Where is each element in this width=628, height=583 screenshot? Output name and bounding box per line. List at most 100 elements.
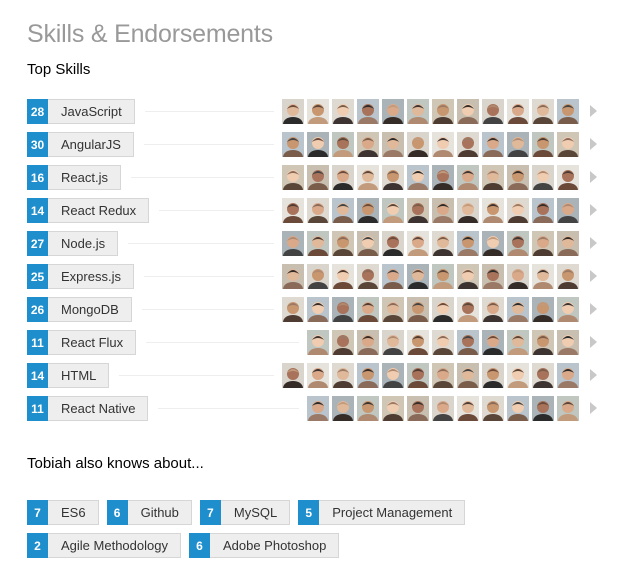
skill-name[interactable]: React Native: [48, 396, 149, 421]
endorser-avatar[interactable]: [532, 198, 554, 223]
skill-pill[interactable]: 27 Node.js: [27, 231, 119, 256]
endorser-avatar[interactable]: [407, 396, 429, 421]
endorsement-count[interactable]: 7: [199, 500, 221, 525]
skill-name[interactable]: MySQL: [220, 500, 291, 525]
endorser-avatar[interactable]: [557, 99, 579, 124]
endorser-avatar[interactable]: [307, 231, 329, 256]
skill-pill[interactable]: 30 AngularJS: [27, 132, 134, 157]
endorser-avatar[interactable]: [282, 198, 304, 223]
skill-name[interactable]: Agile Methodology: [48, 533, 181, 558]
endorser-avatar[interactable]: [307, 99, 329, 124]
endorser-avatar[interactable]: [282, 165, 304, 190]
endorser-avatar[interactable]: [482, 264, 504, 289]
skill-pill[interactable]: 25 Express.js: [27, 264, 134, 289]
skill-pill[interactable]: 7 MySQL: [199, 500, 291, 525]
endorser-avatar[interactable]: [382, 165, 404, 190]
endorser-avatar[interactable]: [307, 264, 329, 289]
endorser-avatar[interactable]: [407, 363, 429, 388]
endorsement-count[interactable]: 11: [27, 396, 48, 421]
endorser-avatar[interactable]: [407, 198, 429, 223]
endorser-avatar[interactable]: [307, 132, 329, 157]
endorser-avatar[interactable]: [307, 330, 329, 355]
endorsement-count[interactable]: 30: [27, 132, 48, 157]
endorser-avatar[interactable]: [507, 396, 529, 421]
endorser-avatar[interactable]: [357, 363, 379, 388]
endorsement-count[interactable]: 16: [27, 165, 48, 190]
chevron-right-icon[interactable]: [590, 336, 597, 348]
endorser-avatar[interactable]: [507, 330, 529, 355]
endorser-avatar[interactable]: [432, 330, 454, 355]
endorser-avatar[interactable]: [407, 165, 429, 190]
skill-name[interactable]: Project Management: [319, 500, 466, 525]
endorser-avatar[interactable]: [382, 198, 404, 223]
endorser-avatar[interactable]: [432, 264, 454, 289]
endorser-avatar[interactable]: [532, 165, 554, 190]
endorser-avatar[interactable]: [382, 264, 404, 289]
endorser-avatar[interactable]: [482, 363, 504, 388]
endorser-avatar[interactable]: [332, 264, 354, 289]
endorser-avatar[interactable]: [382, 363, 404, 388]
endorser-avatar[interactable]: [282, 99, 304, 124]
endorser-avatar[interactable]: [532, 99, 554, 124]
endorser-avatar[interactable]: [357, 132, 379, 157]
endorser-avatar[interactable]: [357, 264, 379, 289]
endorser-avatar[interactable]: [457, 363, 479, 388]
endorser-avatar[interactable]: [332, 231, 354, 256]
chevron-right-icon[interactable]: [590, 171, 597, 183]
endorser-avatar[interactable]: [282, 132, 304, 157]
endorser-avatar[interactable]: [407, 132, 429, 157]
endorser-avatar[interactable]: [357, 231, 379, 256]
skill-name[interactable]: AngularJS: [48, 132, 134, 157]
chevron-right-icon[interactable]: [590, 270, 597, 282]
chevron-right-icon[interactable]: [590, 204, 597, 216]
endorser-avatar[interactable]: [482, 132, 504, 157]
endorser-avatar[interactable]: [432, 363, 454, 388]
endorser-avatar[interactable]: [282, 231, 304, 256]
endorser-avatar[interactable]: [557, 264, 579, 289]
endorser-avatar[interactable]: [507, 231, 529, 256]
endorser-avatar[interactable]: [557, 396, 579, 421]
skill-pill[interactable]: 11 React Flux: [27, 330, 137, 355]
chevron-right-icon[interactable]: [590, 237, 597, 249]
skill-name[interactable]: ES6: [48, 500, 99, 525]
endorser-avatar[interactable]: [332, 396, 354, 421]
skill-pill[interactable]: 16 React.js: [27, 165, 121, 190]
endorser-avatar[interactable]: [482, 99, 504, 124]
endorser-avatar[interactable]: [407, 231, 429, 256]
skill-name[interactable]: Node.js: [48, 231, 119, 256]
skill-pill[interactable]: 7 ES6: [27, 500, 99, 525]
endorser-avatar[interactable]: [532, 264, 554, 289]
endorser-avatar[interactable]: [357, 165, 379, 190]
endorser-avatar[interactable]: [407, 330, 429, 355]
endorser-avatar[interactable]: [557, 165, 579, 190]
endorser-avatar[interactable]: [432, 132, 454, 157]
endorser-avatar[interactable]: [432, 99, 454, 124]
endorser-avatar[interactable]: [532, 132, 554, 157]
endorser-avatar[interactable]: [332, 99, 354, 124]
chevron-right-icon[interactable]: [590, 105, 597, 117]
skill-name[interactable]: MongoDB: [48, 297, 132, 322]
endorsement-count[interactable]: 26: [27, 297, 48, 322]
endorser-avatar[interactable]: [457, 198, 479, 223]
endorsement-count[interactable]: 11: [27, 330, 48, 355]
endorser-avatar[interactable]: [332, 132, 354, 157]
endorser-avatar[interactable]: [357, 99, 379, 124]
endorser-avatar[interactable]: [432, 297, 454, 322]
skill-pill[interactable]: 14 HTML: [27, 363, 110, 388]
endorser-avatar[interactable]: [532, 330, 554, 355]
endorsement-count[interactable]: 25: [27, 264, 48, 289]
endorser-avatar[interactable]: [432, 198, 454, 223]
endorser-avatar[interactable]: [507, 264, 529, 289]
endorser-avatar[interactable]: [557, 330, 579, 355]
endorser-avatar[interactable]: [457, 99, 479, 124]
skill-pill[interactable]: 5 Project Management: [298, 500, 466, 525]
endorser-avatar[interactable]: [332, 363, 354, 388]
endorser-avatar[interactable]: [307, 297, 329, 322]
endorser-avatar[interactable]: [382, 396, 404, 421]
endorsement-count[interactable]: 5: [298, 500, 320, 525]
endorser-avatar[interactable]: [557, 297, 579, 322]
chevron-right-icon[interactable]: [590, 402, 597, 414]
endorser-avatar[interactable]: [307, 198, 329, 223]
skill-name[interactable]: React.js: [48, 165, 121, 190]
skill-name[interactable]: React Redux: [48, 198, 150, 223]
